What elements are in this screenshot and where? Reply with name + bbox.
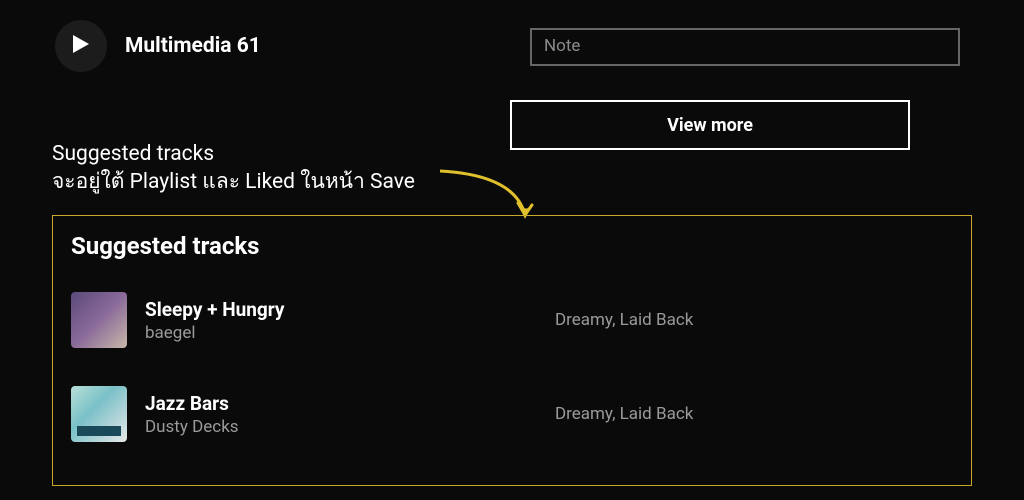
track-name: Sleepy + Hungry [145,298,495,321]
play-button[interactable] [55,20,107,72]
track-row[interactable]: Jazz Bars Dusty Decks Dreamy, Laid Back [71,386,953,442]
track-tags: Dreamy, Laid Back [555,404,693,424]
play-icon [73,35,89,57]
track-artist: baegel [145,323,495,343]
annotation-text: Suggested tracks จะอยู่ใต้ Playlist และ … [52,140,415,197]
view-more-label: View more [667,115,753,136]
current-track-title: Multimedia 61 [125,34,261,58]
track-thumbnail [71,386,127,442]
note-input[interactable]: Note [530,28,960,66]
track-name: Jazz Bars [145,392,495,415]
track-row[interactable]: Sleepy + Hungry baegel Dreamy, Laid Back [71,292,953,348]
track-tags: Dreamy, Laid Back [555,310,693,330]
annotation-line2: จะอยู่ใต้ Playlist และ Liked ในหน้า Save [52,168,415,196]
panel-title: Suggested tracks [71,232,953,260]
annotation-line1: Suggested tracks [52,140,415,168]
suggested-tracks-panel: Suggested tracks Sleepy + Hungry baegel … [52,215,972,486]
note-placeholder-text: Note [544,36,580,56]
track-artist: Dusty Decks [145,417,495,437]
view-more-button[interactable]: View more [510,100,910,150]
track-thumbnail [71,292,127,348]
